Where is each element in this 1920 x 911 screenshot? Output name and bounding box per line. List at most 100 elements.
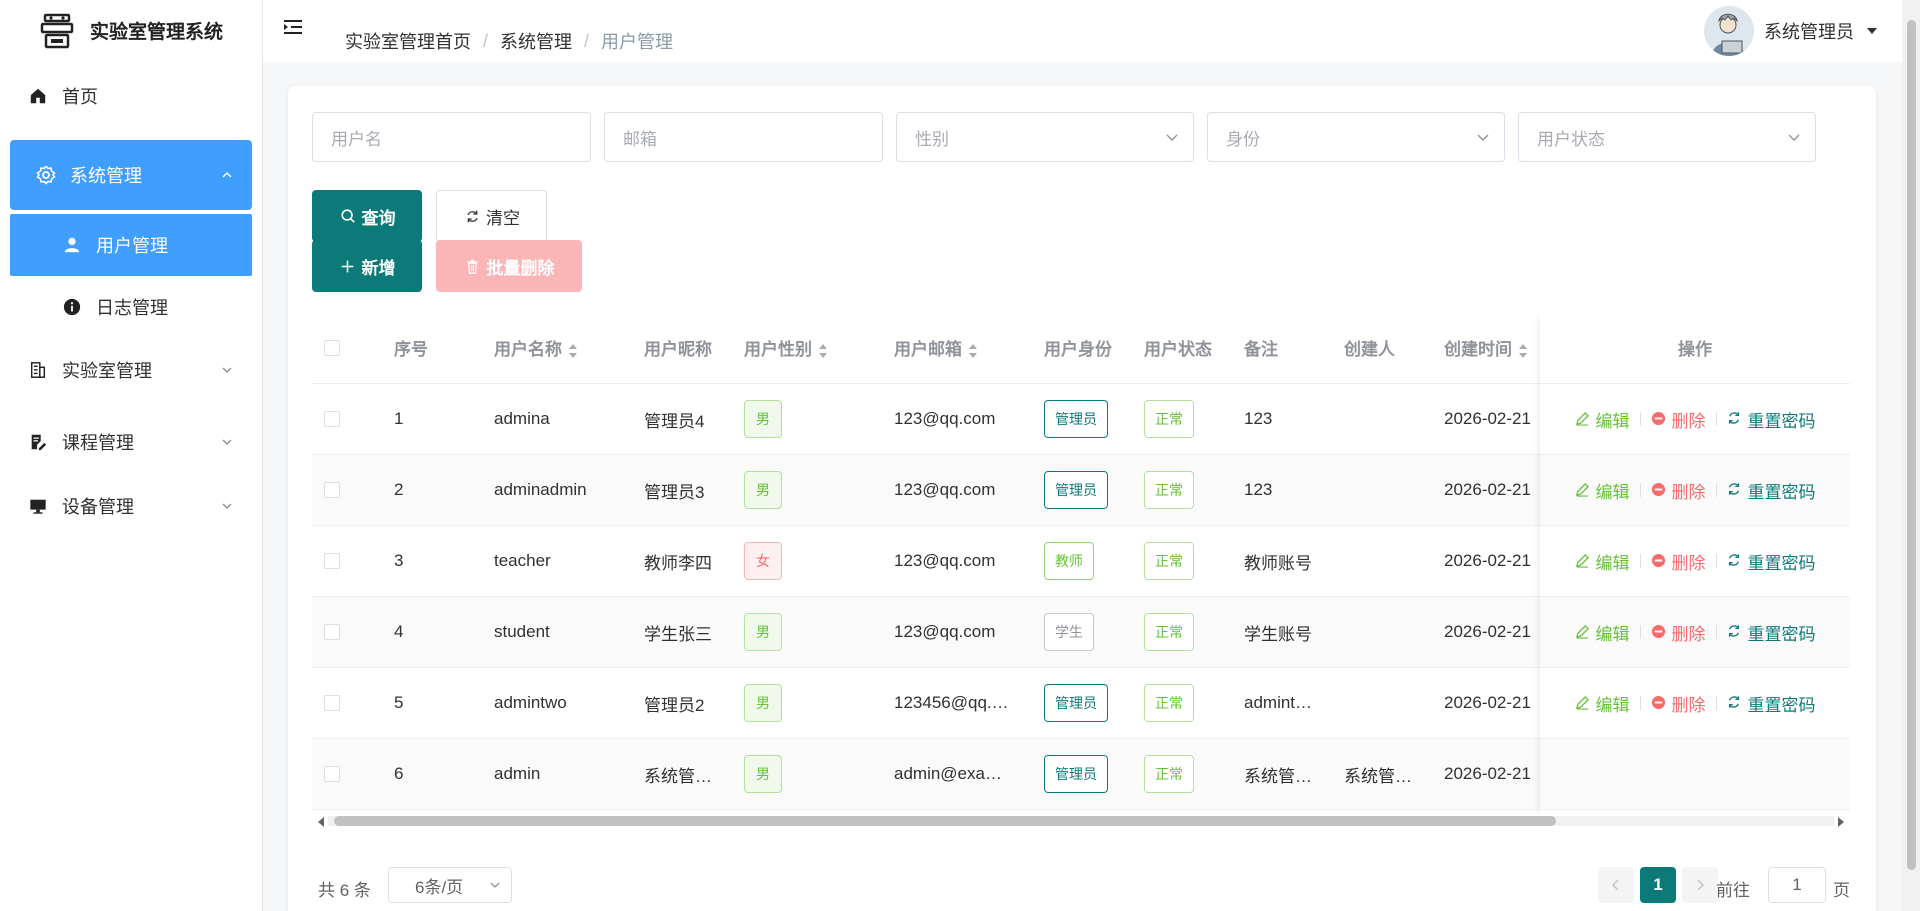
edit-button[interactable]: 编辑 [1575,691,1630,716]
status-select[interactable]: 用户状态 [1518,112,1816,162]
sidebar-item-label: 用户管理 [96,236,168,256]
row-checkbox[interactable] [324,624,340,640]
monitor-icon [28,496,48,516]
col-role: 用户身份 [1044,340,1112,359]
divider [1639,554,1641,568]
row-checkbox[interactable] [324,411,340,427]
clear-button[interactable]: 清空 [436,190,547,242]
divider [1639,412,1641,426]
cell-status: 正常 [1144,684,1194,722]
refresh-icon [1727,553,1743,569]
breadcrumb-system[interactable]: 系统管理 [500,28,572,54]
cell-remark: 系统管… [1244,766,1312,786]
cell-email: 123@qq.com [894,551,996,570]
cell-index: 5 [394,693,404,712]
gear-icon [36,165,56,185]
sidebar-item-labs[interactable]: 实验室管理 [0,338,262,402]
divider [1639,483,1641,497]
edit-button[interactable]: 编辑 [1575,620,1630,645]
prev-page-button[interactable] [1598,867,1634,903]
col-email[interactable]: 用户邮箱 [894,335,978,360]
edit-button[interactable]: 编辑 [1575,549,1630,574]
row-checkbox[interactable] [324,553,340,569]
email-input[interactable]: 邮箱 [604,112,883,162]
reset-password-button[interactable]: 重置密码 [1727,478,1816,503]
role-tag: 管理员 [1044,684,1108,722]
collapse-menu-icon[interactable] [283,18,305,38]
gender-tag: 男 [744,755,782,793]
status-tag: 正常 [1144,613,1194,651]
user-menu[interactable]: 系统管理员 [1704,6,1878,56]
gender-select[interactable]: 性别 [896,112,1194,162]
horizontal-scrollbar[interactable] [312,812,1850,828]
scroll-thumb[interactable] [334,816,1556,826]
home-icon [28,86,48,106]
sidebar-item-devices[interactable]: 设备管理 [0,474,262,538]
select-all-checkbox[interactable] [324,340,340,356]
sort-icon[interactable] [568,343,578,359]
scroll-right-icon[interactable] [1836,816,1846,828]
query-button[interactable]: 查询 [312,190,422,242]
add-button[interactable]: 新增 [312,240,422,292]
row-checkbox[interactable] [324,482,340,498]
scroll-thumb[interactable] [1907,20,1916,870]
col-username[interactable]: 用户名称 [494,335,578,360]
row-checkbox[interactable] [324,695,340,711]
cell-status: 正常 [1144,755,1194,793]
email-placeholder: 邮箱 [623,129,657,149]
cell-nickname: 管理员4 [644,411,705,431]
page-button-1[interactable]: 1 [1640,867,1676,903]
role-select[interactable]: 身份 [1207,112,1505,162]
sidebar-item-courses[interactable]: 课程管理 [0,410,262,474]
breadcrumb-home[interactable]: 实验室管理首页 [345,28,471,54]
vertical-scrollbar[interactable] [1902,0,1920,911]
sort-icon[interactable] [818,343,828,359]
page-size-label: 6条/页 [415,877,464,897]
status-tag: 正常 [1144,400,1194,438]
sidebar-item-users[interactable]: 用户管理 [10,214,252,276]
user-name: 系统管理员 [1764,22,1854,42]
cell-creator: 系统管… [1344,766,1412,786]
col-gender[interactable]: 用户性别 [744,335,828,360]
reset-password-button[interactable]: 重置密码 [1727,691,1816,716]
chevron-down-icon [222,367,232,374]
cell-nickname: 教师李四 [644,553,712,573]
col-created[interactable]: 创建时间 [1444,335,1528,360]
delete-button[interactable]: 删除 [1651,407,1706,432]
delete-button[interactable]: 删除 [1651,620,1706,645]
refresh-icon [463,207,481,225]
sidebar-item-system[interactable]: 系统管理 [10,140,252,210]
edit-button[interactable]: 编辑 [1575,478,1630,503]
cell-nickname: 系统管… [644,766,712,786]
next-page-button[interactable] [1682,867,1718,903]
sidebar-item-logs[interactable]: 日志管理 [0,276,262,338]
reset-password-button[interactable]: 重置密码 [1727,407,1816,432]
cell-created: 2026-02-21 [1444,693,1531,712]
sidebar-item-label: 首页 [62,87,98,107]
edit-button[interactable]: 编辑 [1575,407,1630,432]
delete-button[interactable]: 删除 [1651,549,1706,574]
delete-button[interactable]: 删除 [1651,691,1706,716]
delete-button[interactable]: 删除 [1651,478,1706,503]
sidebar-item-home[interactable]: 首页 [0,64,262,128]
goto-page-input[interactable]: 1 [1768,867,1826,903]
edit-icon [1575,624,1591,640]
scroll-left-icon[interactable] [316,816,326,828]
row-checkbox[interactable] [324,766,340,782]
avatar[interactable] [1704,6,1754,56]
cell-email: admin@exa… [894,764,1002,783]
page-size-select[interactable]: 6条/页 [388,867,512,903]
trash-icon [464,257,482,275]
breadcrumb-separator: / [483,30,489,51]
reset-password-button[interactable]: 重置密码 [1727,620,1816,645]
cell-username: student [494,622,550,641]
sort-icon[interactable] [1518,343,1528,359]
batch-delete-button[interactable]: 批量删除 [436,240,582,292]
sort-icon[interactable] [968,343,978,359]
username-input[interactable]: 用户名 [312,112,591,162]
reset-password-button[interactable]: 重置密码 [1727,549,1816,574]
delete-label: 删除 [1671,411,1706,431]
pagination: 共 6 条 6条/页 1 前往 1 页 [312,866,1850,906]
role-tag: 管理员 [1044,755,1108,793]
cell-status: 正常 [1144,542,1194,580]
